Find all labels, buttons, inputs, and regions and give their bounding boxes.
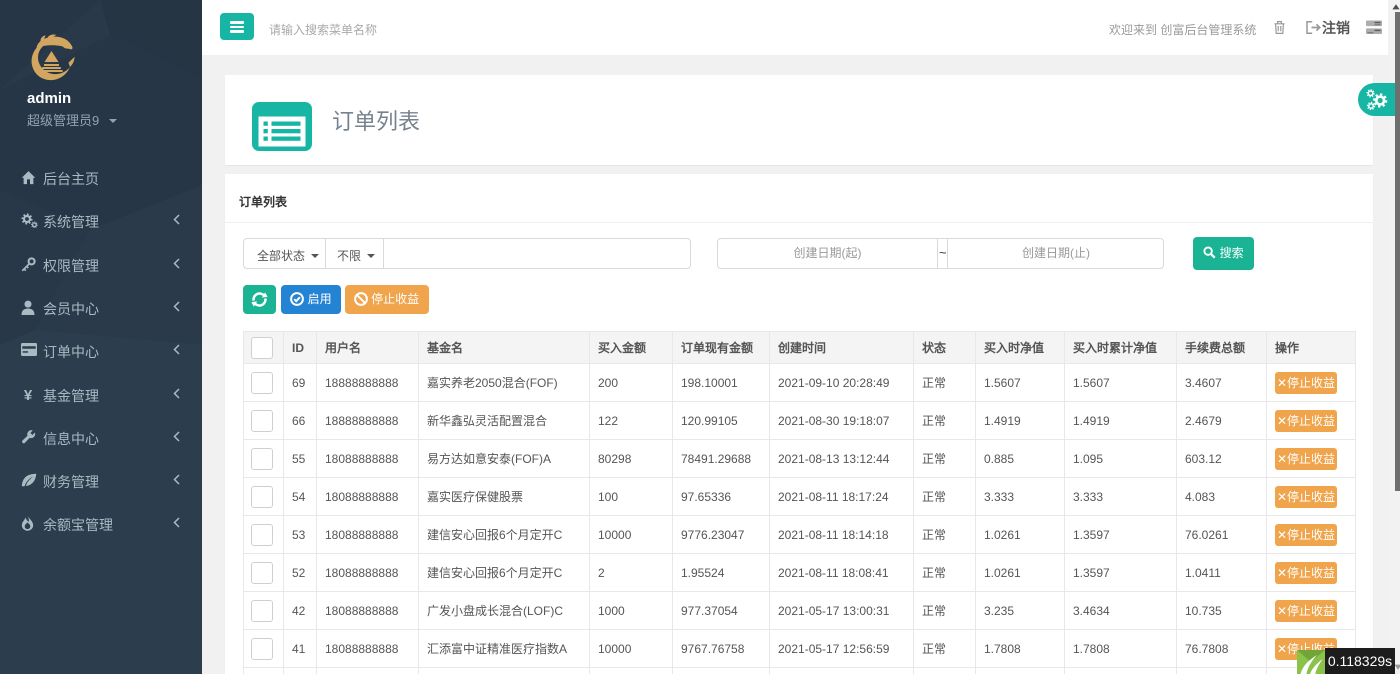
svg-text:¥: ¥	[24, 387, 33, 402]
